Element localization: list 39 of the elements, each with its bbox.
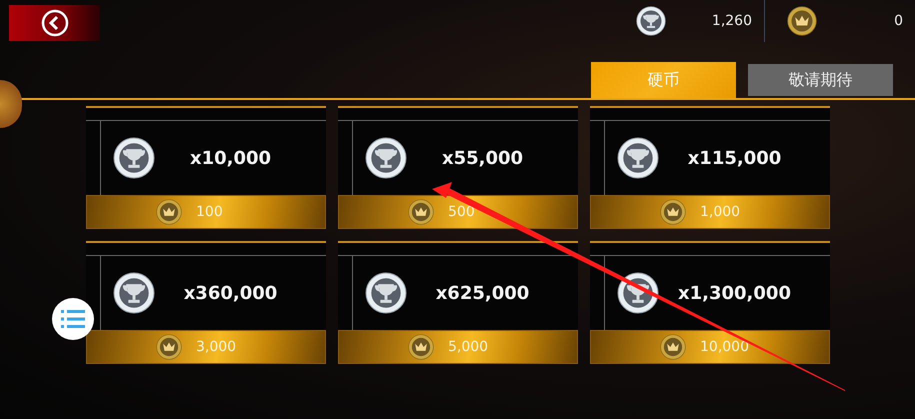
crown-coin-icon	[660, 334, 686, 360]
crown-coin-icon	[156, 199, 182, 225]
menu-button[interactable]	[52, 298, 94, 340]
back-icon	[40, 9, 68, 37]
medal-icon[interactable]	[0, 80, 22, 128]
offer-card[interactable]: x55,000 500	[338, 106, 578, 229]
offer-card[interactable]: x10,000 100	[86, 106, 326, 229]
crown-coin-icon	[156, 334, 182, 360]
trophy-coin-icon	[636, 6, 666, 36]
currency-amount: 1,260	[712, 13, 752, 29]
tab[interactable]: 敬请期待	[748, 64, 893, 96]
offer-card[interactable]: x360,000 3,000	[86, 241, 326, 364]
offer-card[interactable]: x1,300,000 10,000	[590, 241, 830, 364]
trophy-coin-icon	[113, 272, 155, 314]
price-text: 1,000	[700, 204, 742, 220]
price-text: 3,000	[196, 339, 238, 355]
trophy-coin-icon	[365, 272, 407, 314]
price-text: 10,000	[700, 339, 750, 355]
coin-amount: x1,300,000	[677, 282, 792, 304]
offer-card[interactable]: x625,000 5,000	[338, 241, 578, 364]
price-text: 5,000	[448, 339, 490, 355]
trophy-coin-icon	[365, 137, 407, 179]
crown-coin-icon	[660, 199, 686, 225]
price-text: 100	[196, 204, 224, 220]
coin-amount: x55,000	[440, 148, 524, 168]
crown-coin-icon	[408, 199, 434, 225]
coin-amount: x115,000	[686, 148, 782, 168]
price-text: 500	[448, 204, 476, 220]
crown-coin-icon	[787, 6, 817, 36]
coin-amount: x10,000	[188, 148, 272, 168]
crown-coin-icon	[408, 334, 434, 360]
coin-amount: x625,000	[434, 282, 530, 304]
offer-card[interactable]: x115,000 1,000	[590, 106, 830, 229]
trophy-coin-icon	[617, 137, 659, 179]
back-button[interactable]	[9, 5, 100, 41]
coin-amount: x360,000	[182, 282, 278, 304]
currency-amount: 0	[894, 13, 903, 29]
list-icon	[61, 309, 85, 329]
trophy-coin-icon	[113, 137, 155, 179]
